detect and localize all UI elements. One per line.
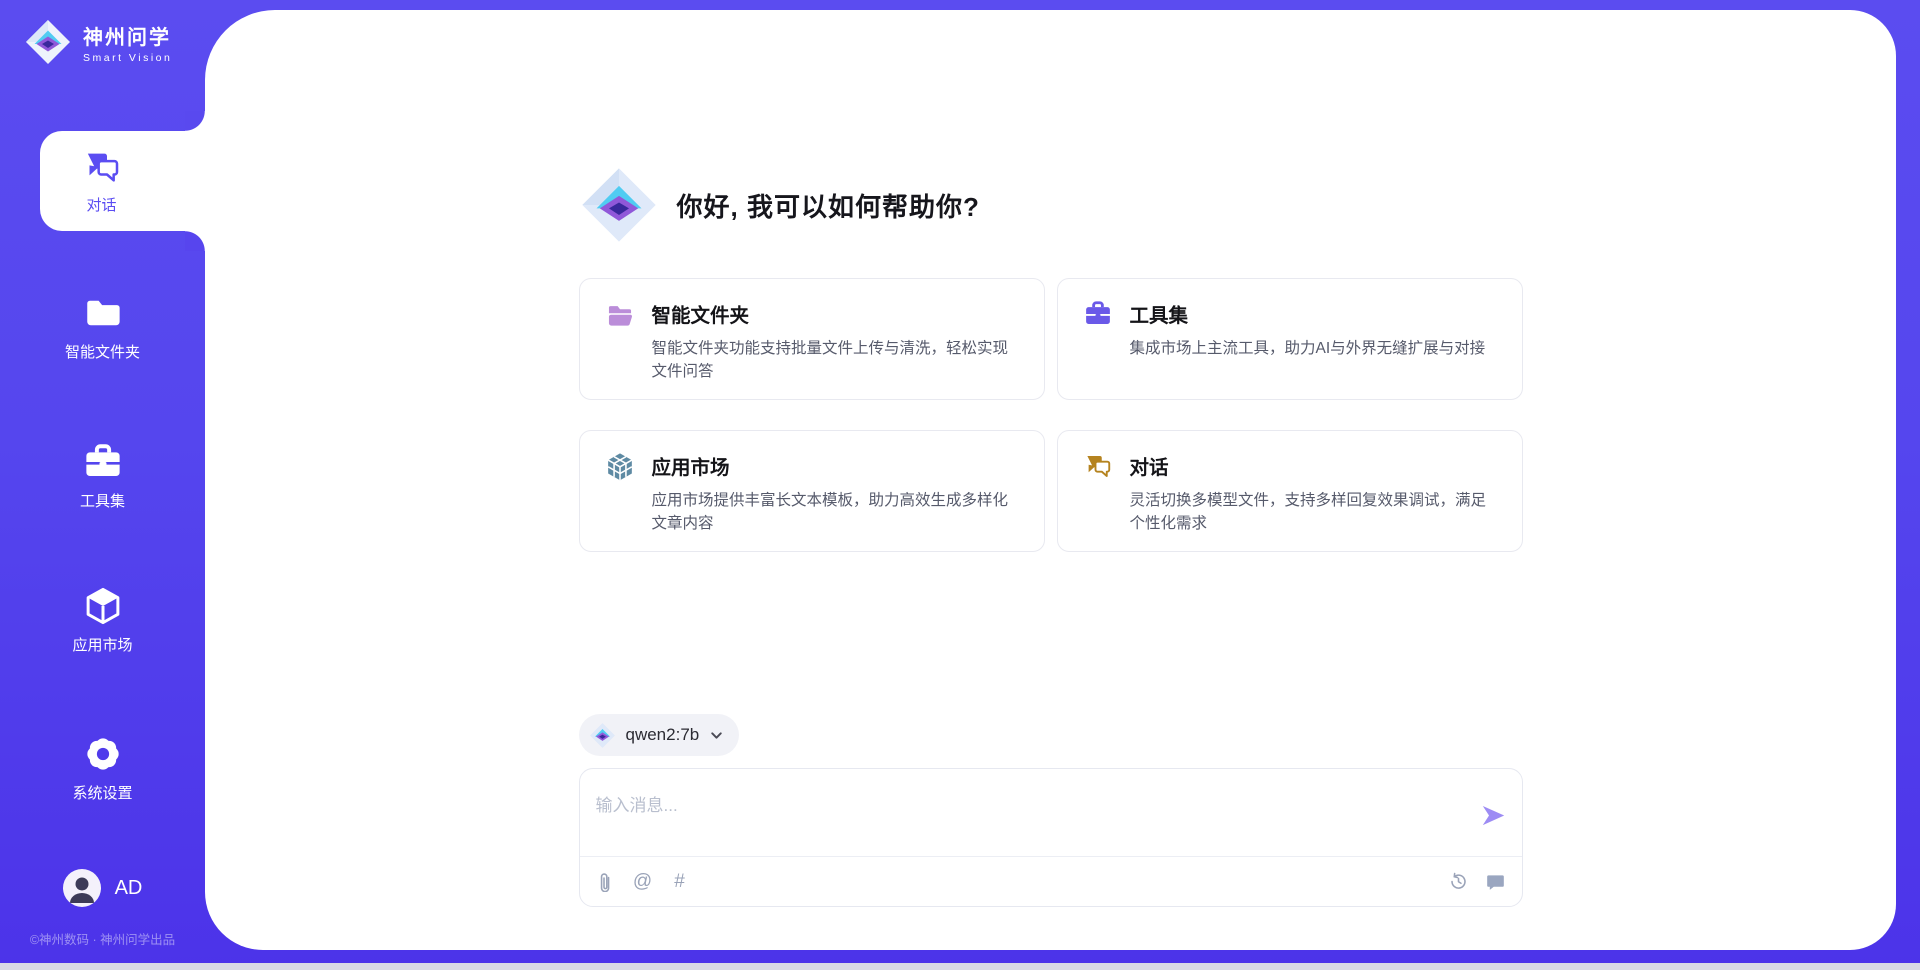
model-logo-icon [589,722,616,749]
message-composer: @ # [579,768,1523,907]
gear-icon [82,733,124,775]
message-input[interactable] [596,791,1456,821]
sidebar-item-label: 智能文件夹 [65,341,140,362]
window-edge-strip [0,963,1920,970]
card-description: 集成市场上主流工具，助力AI与外界无缝扩展与对接 [1130,337,1486,360]
card-description: 智能文件夹功能支持批量文件上传与清洗，轻松实现文件问答 [652,337,1022,383]
brand-logo: 神州问学 Smart Vision [24,18,172,66]
card-app-market[interactable]: 应用市场 应用市场提供丰富长文本模板，助力高效生成多样化文章内容 [579,430,1045,552]
history-clock-icon [1448,871,1469,892]
card-title: 智能文件夹 [652,279,1022,328]
sidebar-item-label: 对话 [86,194,116,215]
send-button[interactable] [1480,802,1507,829]
person-icon [63,869,101,907]
history-button[interactable] [1448,871,1470,893]
greeting-block: 你好, 我可以如何帮助你? [579,165,980,245]
chat-bubble-icon [1485,871,1506,892]
topic-button[interactable]: # [669,871,691,893]
sidebar-item-settings[interactable]: 系统设置 [0,733,205,803]
brand-name: 神州问学 [83,21,172,50]
brand-diamond-icon [24,18,72,66]
feature-cards: 智能文件夹 智能文件夹功能支持批量文件上传与清洗，轻松实现文件问答 工具集 集成… [579,278,1523,552]
card-toolset[interactable]: 工具集 集成市场上主流工具，助力AI与外界无缝扩展与对接 [1057,278,1523,400]
cube-grid-icon [605,451,635,481]
attach-file-button[interactable] [595,871,617,893]
conversation-button[interactable] [1485,871,1507,893]
assistant-logo-icon [579,165,659,245]
cube-icon [82,585,124,627]
sidebar-item-app-market[interactable]: 应用市场 [0,585,205,655]
folder-icon [82,292,124,334]
chat-bubbles-icon [1083,451,1113,481]
card-title: 对话 [1130,431,1500,480]
open-folder-icon [605,299,635,329]
card-chat[interactable]: 对话 灵活切换多模型文件，支持多样回复效果调试，满足个性化需求 [1057,430,1523,552]
user-name: AD [115,877,143,900]
card-description: 应用市场提供丰富长文本模板，助力高效生成多样化文章内容 [652,489,1022,535]
briefcase-icon [82,441,124,483]
greeting-heading: 你好, 我可以如何帮助你? [677,187,980,224]
sidebar-item-label: 工具集 [80,490,125,511]
user-account[interactable]: AD [0,869,205,907]
sidebar-item-toolset[interactable]: 工具集 [0,441,205,511]
tab-fillet-top [185,111,205,131]
send-icon [1480,802,1507,829]
copyright-text: ©神州数码 · 神州问学出品 [0,929,205,948]
model-name: qwen2:7b [626,725,700,745]
brand-subtitle: Smart Vision [83,52,172,64]
card-smart-folder[interactable]: 智能文件夹 智能文件夹功能支持批量文件上传与清洗，轻松实现文件问答 [579,278,1045,400]
sidebar-item-smart-folder[interactable]: 智能文件夹 [0,292,205,362]
main-panel: 你好, 我可以如何帮助你? 智能文件夹 智能文件夹功能支持批量文件上传与清洗，轻… [205,10,1896,950]
sidebar-item-label: 应用市场 [72,634,132,655]
chat-bubbles-icon [82,147,122,187]
chevron-down-icon [709,728,724,743]
card-title: 应用市场 [652,431,1022,480]
mention-button[interactable]: @ [632,871,654,893]
paperclip-icon [595,871,616,892]
sidebar: 神州问学 Smart Vision 对话 智能文件夹 工具集 [0,0,205,970]
model-selector[interactable]: qwen2:7b [579,714,740,756]
avatar [63,869,101,907]
sidebar-item-chat[interactable]: 对话 [40,131,205,231]
briefcase-icon [1083,299,1113,329]
sidebar-item-label: 系统设置 [72,782,132,803]
tab-fillet-bottom [185,231,205,251]
card-description: 灵活切换多模型文件，支持多样回复效果调试，满足个性化需求 [1130,489,1500,535]
card-title: 工具集 [1130,279,1486,328]
